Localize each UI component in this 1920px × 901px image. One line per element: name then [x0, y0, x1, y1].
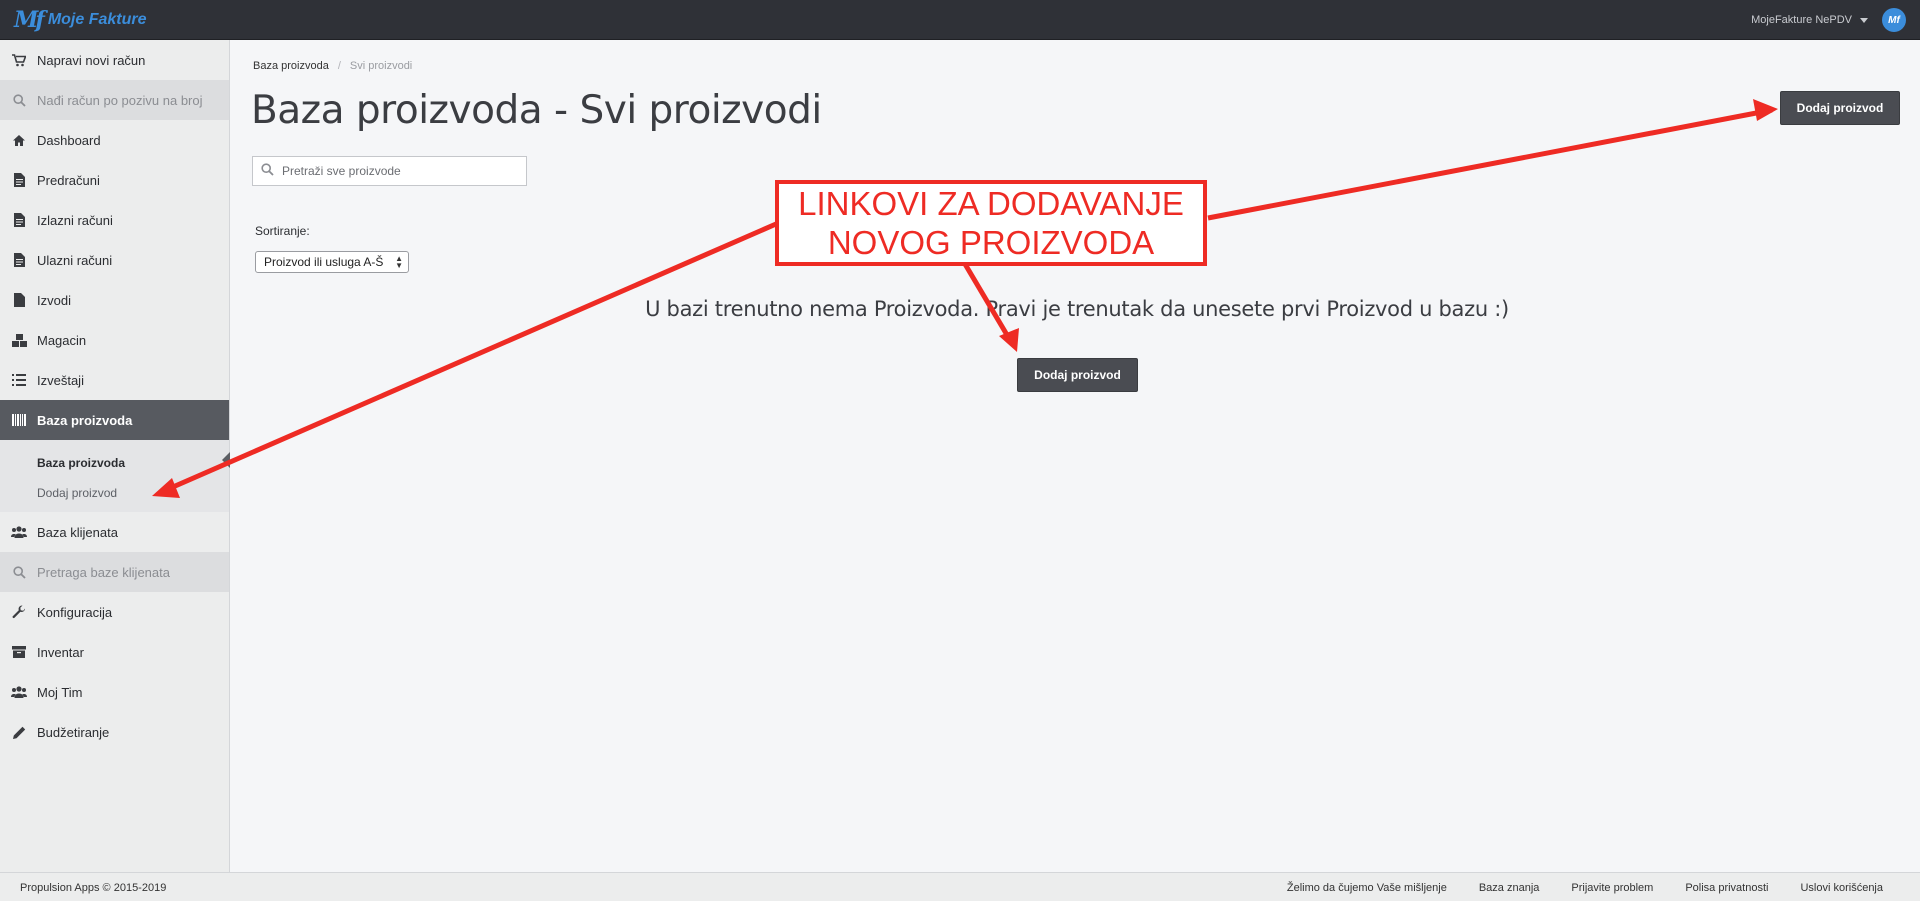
app-logo[interactable]: Mf Moje Fakture [14, 6, 147, 34]
footer-link-knowledge-base[interactable]: Baza znanja [1479, 882, 1540, 894]
sidebar-subitem-baza-proizvoda[interactable]: Baza proizvoda [0, 448, 229, 478]
sidebar-item-label: Baza klijenata [37, 524, 118, 540]
sidebar-item-label: Dashboard [37, 132, 101, 148]
search-input[interactable] [282, 164, 512, 178]
sidebar-item-label: Inventar [37, 644, 84, 660]
footer-link-feedback[interactable]: Želimo da čujemo Vaše mišljenje [1287, 882, 1447, 894]
breadcrumb-current: Svi proizvodi [349, 60, 413, 72]
sidebar-item-baza-proizvoda[interactable]: Baza proizvoda [0, 400, 229, 440]
logo-text: Moje Fakture [47, 11, 147, 28]
sidebar-item-new-invoice[interactable]: Napravi novi račun [0, 40, 229, 80]
user-menu[interactable]: MojeFakture NePDV Mf [1751, 0, 1906, 40]
sidebar-item-ulazni-racuni[interactable]: Ulazni računi [0, 240, 229, 280]
add-product-button-center[interactable]: Dodaj proizvod [1017, 358, 1138, 392]
active-pointer [222, 452, 230, 468]
sidebar-item-dashboard[interactable]: Dashboard [0, 120, 229, 160]
sort-select[interactable]: Proizvod ili usluga A-Š ▲ ▼ [255, 251, 409, 273]
archive-icon [11, 644, 27, 660]
search-icon [11, 564, 27, 580]
sidebar-item-label: Baza proizvoda [37, 412, 133, 428]
footer-link-privacy[interactable]: Polisa privatnosti [1685, 882, 1768, 894]
sidebar-submenu: Baza proizvoda Dodaj proizvod [0, 440, 230, 512]
top-navbar: Mf Moje Fakture MojeFakture NePDV Mf [0, 0, 1920, 40]
sidebar-subitem-dodaj-proizvod[interactable]: Dodaj proizvod [0, 478, 229, 508]
sidebar-item-inventar[interactable]: Inventar [0, 632, 229, 672]
footer-links: Želimo da čujemo Vaše mišljenje Baza zna… [1287, 882, 1883, 894]
logo-mark: Mf [14, 7, 45, 33]
sidebar-item-label: Napravi novi račun [37, 52, 146, 68]
avatar[interactable]: Mf [1882, 8, 1906, 32]
annotation-line-2: NOVOG PROIZVODA [827, 224, 1155, 261]
sidebar-item-magacin[interactable]: Magacin [0, 320, 229, 360]
sidebar-item-budzetiranje[interactable]: Budžetiranje [0, 712, 229, 752]
sidebar-item-izvestaji[interactable]: Izveštaji [0, 360, 229, 400]
barcode-icon [11, 412, 27, 428]
page-title: Baza proizvoda - Svi proizvodi [251, 88, 822, 133]
sort-select-value: Proizvod ili usluga A-Š [264, 255, 384, 269]
breadcrumb: Baza proizvoda / Svi proizvodi [253, 60, 412, 72]
footer-link-terms[interactable]: Uslovi korišćenja [1800, 882, 1883, 894]
caret-down-icon[interactable] [1860, 17, 1868, 23]
list-icon [11, 372, 27, 388]
users-icon [11, 524, 27, 540]
sidebar: Napravi novi račun Nađi račun po pozivu … [0, 40, 230, 872]
sidebar-item-label: Ulazni računi [37, 252, 113, 268]
document-icon [11, 172, 27, 188]
breadcrumb-separator: / [337, 60, 341, 72]
sidebar-search-invoice[interactable]: Nađi račun po pozivu na broj [0, 80, 229, 120]
sidebar-search-label: Pretraga baze klijenata [37, 564, 170, 580]
sidebar-item-baza-klijenata[interactable]: Baza klijenata [0, 512, 229, 552]
annotation-arrows [152, 99, 1778, 498]
document-icon [11, 252, 27, 268]
home-icon [11, 132, 27, 148]
arrow-to-top-button [1207, 107, 1773, 221]
sidebar-search-clients[interactable]: Pretraga baze klijenata [0, 552, 229, 592]
footer-copyright: Propulsion Apps © 2015-2019 [20, 882, 167, 894]
wrench-icon [11, 604, 27, 620]
sidebar-item-moj-tim[interactable]: Moj Tim [0, 672, 229, 712]
product-search[interactable] [252, 156, 527, 186]
cart-icon [11, 52, 27, 68]
sidebar-item-label: Budžetiranje [37, 724, 110, 740]
updown-arrows-icon: ▲ ▼ [395, 254, 403, 270]
sidebar-item-label: Izveštaji [37, 372, 84, 388]
sidebar-item-izlazni-racuni[interactable]: Izlazni računi [0, 200, 229, 240]
annotation-line-1: LINKOVI ZA DODAVANJE [798, 185, 1184, 222]
search-icon [261, 163, 274, 179]
footer: Propulsion Apps © 2015-2019 Želimo da ču… [0, 872, 1920, 901]
pencil-icon [11, 724, 27, 740]
sidebar-item-label: Izlazni računi [37, 212, 113, 228]
sidebar-item-label: Predračuni [37, 172, 100, 188]
boxes-icon [11, 332, 27, 348]
search-icon [11, 92, 27, 108]
sidebar-search-label: Nađi račun po pozivu na broj [37, 92, 203, 108]
sidebar-item-label: Magacin [37, 332, 87, 348]
users-icon [11, 684, 27, 700]
add-product-button[interactable]: Dodaj proizvod [1780, 91, 1900, 125]
arrowhead-top [1753, 99, 1778, 121]
sidebar-item-label: Moj Tim [37, 684, 83, 700]
document-icon [11, 212, 27, 228]
sidebar-item-label: Konfiguracija [37, 604, 113, 620]
footer-link-report-problem[interactable]: Prijavite problem [1571, 882, 1653, 894]
sidebar-item-predracuni[interactable]: Predračuni [0, 160, 229, 200]
empty-state-message: U bazi trenutno nema Proizvoda. Pravi je… [645, 297, 1509, 321]
breadcrumb-root[interactable]: Baza proizvoda [253, 60, 329, 72]
sidebar-item-konfiguracija[interactable]: Konfiguracija [0, 592, 229, 632]
user-name[interactable]: MojeFakture NePDV [1751, 14, 1852, 26]
annotation-callout: LINKOVI ZA DODAVANJE NOVOG PROIZVODA [775, 180, 1207, 266]
arrowhead-center [999, 328, 1019, 352]
sort-label: Sortiranje: [255, 224, 310, 238]
